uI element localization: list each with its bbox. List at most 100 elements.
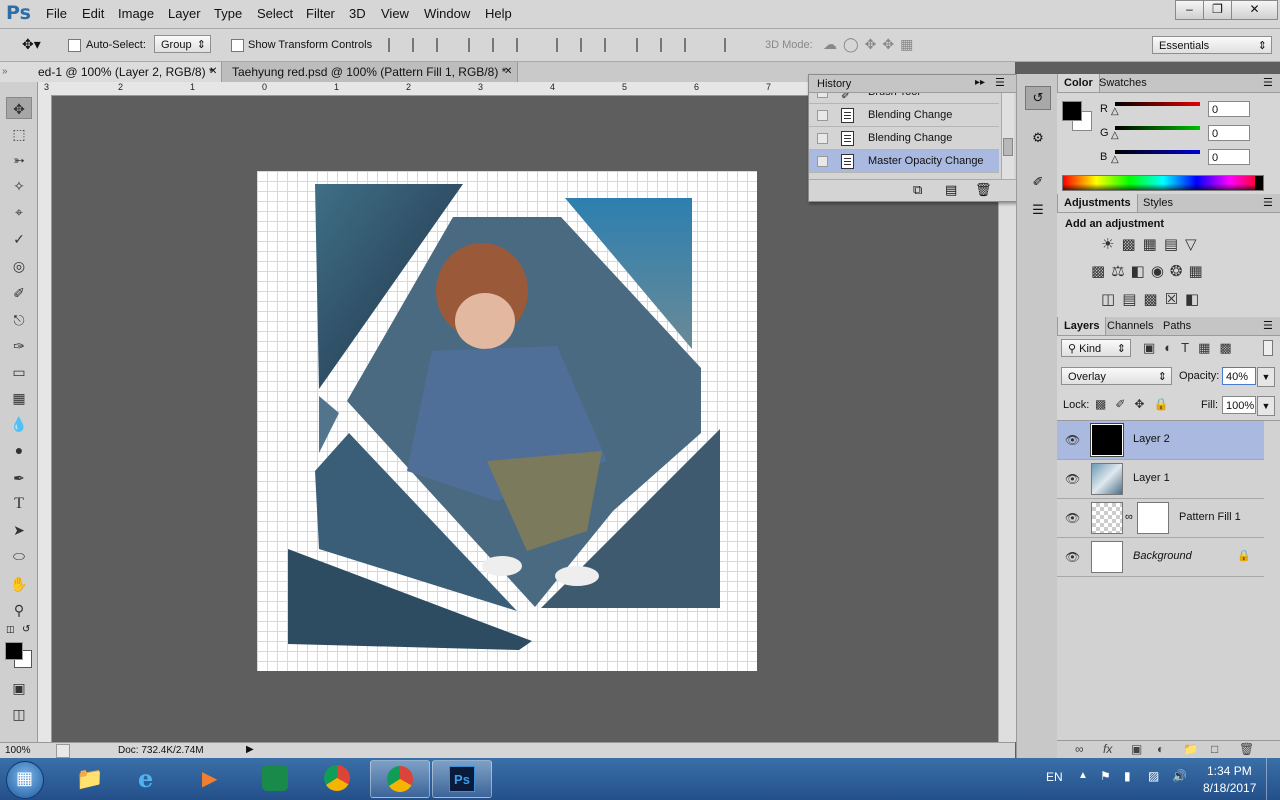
history-item[interactable]: ✐ Brush Tool bbox=[809, 93, 999, 104]
file-explorer-taskbar-button[interactable]: 📁 bbox=[60, 760, 120, 798]
new-group-icon[interactable]: 📁 bbox=[1183, 742, 1198, 756]
menu-window[interactable]: Window bbox=[424, 6, 470, 21]
lock-all-icon[interactable]: 🔒 bbox=[1153, 397, 1177, 411]
fx-icon[interactable]: fx bbox=[1103, 742, 1112, 756]
brush-settings-icon[interactable]: ☰ bbox=[1025, 198, 1051, 222]
panel-menu-icon[interactable]: ☰ bbox=[1263, 76, 1273, 89]
distribute-right-icon[interactable] bbox=[684, 38, 700, 52]
smart-object-filter-icon[interactable]: ▩ bbox=[1219, 340, 1240, 355]
exposure-icon[interactable]: ▤ bbox=[1164, 236, 1185, 253]
spectrum-black-swatch[interactable] bbox=[1255, 176, 1263, 190]
chrome-taskbar-button-active[interactable] bbox=[370, 760, 430, 798]
spot-healing-tool-icon[interactable]: ◎ bbox=[6, 255, 32, 277]
tab-layers[interactable]: Layers bbox=[1057, 317, 1107, 335]
color-lookup-icon[interactable]: ▦ bbox=[1189, 263, 1209, 280]
start-button[interactable]: ▦ bbox=[6, 761, 44, 799]
distribute-vcenter-icon[interactable] bbox=[580, 38, 596, 52]
brush-presets-icon[interactable]: ✐ bbox=[1025, 170, 1051, 194]
align-top-icon[interactable] bbox=[388, 38, 404, 52]
auto-select-dropdown[interactable]: Group ⇕ bbox=[154, 35, 211, 53]
red-value-input[interactable]: 0 bbox=[1208, 101, 1250, 117]
history-snapshot-box[interactable] bbox=[817, 156, 828, 167]
history-scroll-thumb[interactable] bbox=[1003, 138, 1013, 156]
chrome-taskbar-button[interactable] bbox=[308, 760, 368, 798]
shape-filter-icon[interactable]: ▦ bbox=[1198, 340, 1219, 355]
panel-menu-icon[interactable]: ☰ bbox=[1263, 319, 1273, 332]
default-colors-icon[interactable]: ◫ bbox=[6, 624, 15, 635]
blend-mode-dropdown[interactable]: Overlay ⇕ bbox=[1061, 367, 1172, 385]
type-tool-icon[interactable]: T bbox=[6, 493, 32, 515]
pixel-filter-icon[interactable]: ▣ bbox=[1143, 340, 1164, 355]
status-menu-arrow-icon[interactable]: ▶ bbox=[246, 744, 254, 755]
export-icon[interactable] bbox=[56, 744, 70, 758]
pen-tool-icon[interactable]: ✒ bbox=[6, 467, 32, 489]
lock-pixels-icon[interactable]: ✐ bbox=[1115, 397, 1134, 411]
lasso-tool-icon[interactable]: ➳ bbox=[6, 149, 32, 171]
clock-date[interactable]: 8/18/2017 bbox=[1203, 781, 1256, 795]
media-player-taskbar-button[interactable]: ▶ bbox=[184, 760, 244, 798]
menu-type[interactable]: Type bbox=[214, 6, 242, 21]
show-desktop-button[interactable] bbox=[1266, 758, 1280, 800]
menu-filter[interactable]: Filter bbox=[306, 6, 335, 21]
collapse-panel-icon[interactable]: ▸▸ bbox=[975, 77, 985, 88]
new-adjustment-icon[interactable]: ◐ bbox=[1157, 742, 1164, 756]
blur-tool-icon[interactable]: 💧 bbox=[6, 413, 32, 435]
marquee-tool-icon[interactable]: ⬚ bbox=[6, 123, 32, 145]
camera-icon[interactable]: ▤ bbox=[945, 182, 957, 198]
green-slider[interactable] bbox=[1115, 126, 1200, 130]
layer-filter-dropdown[interactable]: ⚲ Kind ⇕ bbox=[1061, 339, 1131, 357]
network-signal-icon[interactable]: ▨ bbox=[1148, 769, 1159, 783]
restore-button[interactable]: ❐ bbox=[1203, 0, 1232, 20]
zoom-level[interactable]: 100% bbox=[5, 745, 31, 756]
brightness-contrast-icon[interactable]: ☀ bbox=[1101, 236, 1121, 253]
show-transform-checkbox[interactable] bbox=[231, 39, 244, 52]
align-left-icon[interactable] bbox=[468, 38, 484, 52]
gradient-map-icon[interactable]: ◧ bbox=[1185, 291, 1206, 308]
add-mask-icon[interactable]: ▣ bbox=[1131, 742, 1142, 756]
action-center-flag-icon[interactable]: ⚑ bbox=[1100, 769, 1111, 783]
slider-handle-icon[interactable]: △ bbox=[1111, 106, 1119, 117]
clone-stamp-tool-icon[interactable]: ⎋ bbox=[6, 309, 32, 331]
crop-tool-icon[interactable]: ⌖ bbox=[6, 201, 32, 223]
document-tab[interactable]: Taehyung red.psd @ 100% (Pattern Fill 1,… bbox=[222, 62, 518, 82]
fill-dropdown-arrow-icon[interactable]: ▼ bbox=[1257, 396, 1275, 416]
close-window-button[interactable]: ✕ bbox=[1231, 0, 1278, 20]
history-item-selected[interactable]: Master Opacity Change bbox=[809, 150, 999, 173]
photo-filter-icon[interactable]: ◉ bbox=[1151, 263, 1170, 280]
visibility-eye-icon[interactable]: 👁 bbox=[1065, 472, 1080, 486]
tab-adjustments[interactable]: Adjustments bbox=[1057, 194, 1138, 212]
filter-toggle-switch[interactable] bbox=[1263, 340, 1273, 356]
power-icon[interactable]: ▮ bbox=[1124, 769, 1131, 783]
distribute-left-icon[interactable] bbox=[636, 38, 652, 52]
auto-select-checkbox[interactable] bbox=[68, 39, 81, 52]
layer-row[interactable]: 👁 Background 🔒 bbox=[1057, 538, 1264, 577]
visibility-eye-icon[interactable]: 👁 bbox=[1065, 550, 1080, 564]
history-snapshot-box[interactable] bbox=[817, 93, 828, 98]
opacity-input[interactable]: 40% bbox=[1222, 367, 1256, 385]
tab-styles[interactable]: Styles bbox=[1137, 194, 1179, 212]
chain-link-icon[interactable]: ∞ bbox=[1125, 511, 1133, 523]
black-white-icon[interactable]: ◧ bbox=[1131, 263, 1151, 280]
minimize-button[interactable]: – bbox=[1175, 0, 1204, 20]
lock-position-icon[interactable]: ✥ bbox=[1134, 397, 1153, 411]
history-panel-icon[interactable]: ↺ bbox=[1025, 86, 1051, 110]
layer-row[interactable]: 👁 ∞ Pattern Fill 1 bbox=[1057, 499, 1264, 538]
visibility-eye-icon[interactable]: 👁 bbox=[1065, 511, 1080, 525]
workspace-dropdown[interactable]: Essentials ⇕ bbox=[1152, 36, 1272, 54]
levels-icon[interactable]: ▩ bbox=[1121, 236, 1142, 253]
color-spectrum-bar[interactable] bbox=[1062, 175, 1264, 191]
move-tool-icon[interactable]: ✥ bbox=[6, 97, 32, 119]
eyedropper-tool-icon[interactable]: ✓ bbox=[6, 228, 32, 250]
quick-mask-icon[interactable]: ▣ bbox=[6, 677, 32, 699]
volume-icon[interactable]: 🔊 bbox=[1172, 769, 1187, 783]
green-value-input[interactable]: 0 bbox=[1208, 125, 1250, 141]
distribute-bottom-icon[interactable] bbox=[604, 38, 620, 52]
menu-view[interactable]: View bbox=[381, 6, 409, 21]
layer-row[interactable]: 👁 Layer 1 bbox=[1057, 460, 1264, 499]
curves-icon[interactable]: ▦ bbox=[1143, 236, 1164, 253]
ellipse-tool-icon[interactable]: ⬭ bbox=[6, 545, 32, 567]
slider-handle-icon[interactable]: △ bbox=[1111, 130, 1119, 141]
gradient-tool-icon[interactable]: ▦ bbox=[6, 387, 32, 409]
close-tab-icon[interactable]: ✕ bbox=[209, 62, 217, 82]
menu-file[interactable]: File bbox=[46, 6, 67, 21]
